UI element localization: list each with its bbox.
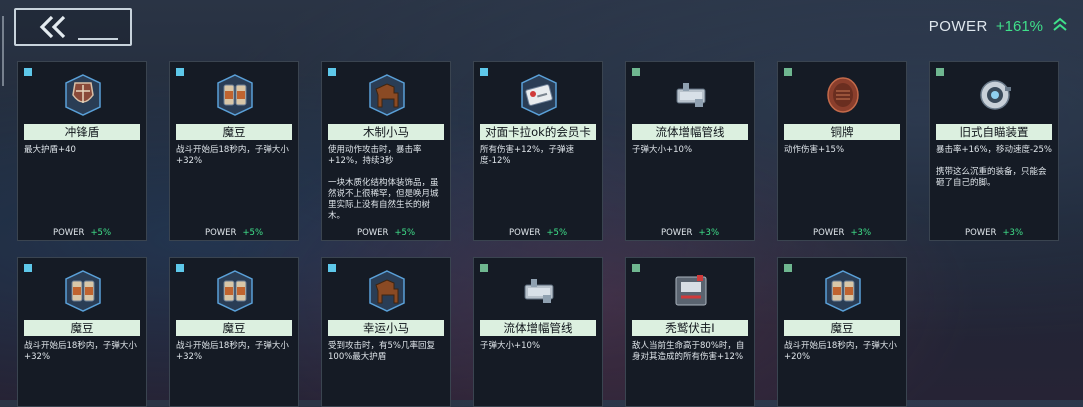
wooden-horse-icon: [364, 72, 410, 118]
item-power-label: POWER: [356, 228, 389, 238]
item-power-value: +3%: [1002, 228, 1024, 238]
item-title: 冲锋盾: [24, 124, 140, 140]
item-title: 铜牌: [784, 124, 900, 140]
item-power: POWER +5%: [322, 228, 450, 238]
shield-icon: [60, 72, 106, 118]
item-power-label: POWER: [660, 228, 693, 238]
item-card[interactable]: 冲锋盾最大护盾+40 POWER +5%: [17, 61, 147, 241]
item-power-label: POWER: [52, 228, 85, 238]
bean-can-icon: [212, 268, 258, 314]
item-title: 魔豆: [24, 320, 140, 336]
back-button-underline: [78, 38, 118, 40]
item-title: 魔豆: [176, 320, 292, 336]
item-description: 战斗开始后18秒内，子弹大小+32%: [176, 145, 289, 166]
rarity-badge: [24, 264, 32, 272]
rarity-badge: [784, 68, 792, 76]
item-title: 秃鹫伏击I: [632, 320, 748, 336]
rarity-badge: [480, 264, 488, 272]
item-description: 受到攻击时，有5%几率回复100%最大护盾: [328, 341, 435, 362]
item-card[interactable]: 魔豆战斗开始后18秒内，子弹大小+20%: [777, 257, 907, 407]
rarity-badge: [176, 68, 184, 76]
item-power: POWER +3%: [930, 228, 1058, 238]
rarity-badge: [176, 264, 184, 272]
copper-plate-icon: [820, 72, 866, 118]
bean-can-icon: [60, 268, 106, 314]
power-label: POWER: [928, 17, 988, 35]
item-description: 战斗开始后18秒内，子弹大小+32%: [24, 341, 137, 362]
item-card[interactable]: 铜牌动作伤害+15% POWER +3%: [777, 61, 907, 241]
item-title: 魔豆: [176, 124, 292, 140]
item-card[interactable]: 魔豆战斗开始后18秒内，子弹大小+32%: [169, 257, 299, 407]
pipeline-icon: [516, 268, 562, 314]
rarity-badge: [328, 264, 336, 272]
item-power-value: +5%: [242, 228, 264, 238]
item-description: 战斗开始后18秒内，子弹大小+20%: [784, 341, 897, 362]
rarity-badge: [784, 264, 792, 272]
item-title: 魔豆: [784, 320, 900, 336]
item-title: 流体增幅管线: [632, 124, 748, 140]
item-power-value: +5%: [394, 228, 416, 238]
chevron-up-double-icon[interactable]: [1051, 16, 1069, 36]
back-button[interactable]: [14, 8, 132, 46]
rarity-badge: [936, 68, 944, 76]
item-description: 暴击率+16%，移动速度-25% 携带这么沉重的装备，只能会砸了自己的脚。: [936, 145, 1052, 188]
aim-device-icon: [972, 72, 1018, 118]
item-card[interactable]: 幸运小马受到攻击时，有5%几率回复100%最大护盾: [321, 257, 451, 407]
double-chevron-left-icon: [38, 15, 74, 39]
item-card[interactable]: 魔豆战斗开始后18秒内，子弹大小+32% POWER +5%: [169, 61, 299, 241]
item-power-value: +5%: [546, 228, 568, 238]
item-power: POWER +3%: [626, 228, 754, 238]
left-edge-bracket: [2, 16, 12, 86]
item-title: 幸运小马: [328, 320, 444, 336]
wooden-horse-icon: [364, 268, 410, 314]
item-description: 使用动作攻击时，暴击率+12%，持续3秒 一块木质化结构体装饰品，虽然说不上很稀…: [328, 145, 439, 221]
item-title: 流体增幅管线: [480, 320, 596, 336]
rarity-badge: [24, 68, 32, 76]
item-title: 旧式自瞄装置: [936, 124, 1052, 140]
total-power: POWER +161%: [929, 16, 1069, 36]
item-power: POWER +5%: [474, 228, 602, 238]
item-power-label: POWER: [964, 228, 997, 238]
power-value: +161%: [995, 17, 1043, 35]
item-description: 动作伤害+15%: [784, 145, 845, 155]
rarity-badge: [632, 68, 640, 76]
item-power-value: +3%: [850, 228, 872, 238]
item-card[interactable]: 秃鹫伏击I 敌人当前生命高于80%时，自身对其造成的所有伤害+12%: [625, 257, 755, 407]
item-description: 最大护盾+40: [24, 145, 76, 155]
item-card[interactable]: 旧式自瞄装置暴击率+16%，移动速度-25% 携带这么沉重的装备，只能会砸了自己…: [929, 61, 1059, 241]
rarity-badge: [328, 68, 336, 76]
vulture-strike-icon: [668, 268, 714, 314]
item-power-label: POWER: [204, 228, 237, 238]
item-power-value: +3%: [698, 228, 720, 238]
item-power: POWER +3%: [778, 228, 906, 238]
rarity-badge: [480, 68, 488, 76]
item-card[interactable]: 流体增幅管线子弹大小+10%: [473, 257, 603, 407]
item-description: 所有伤害+12%，子弹速度-12%: [480, 145, 575, 166]
item-title: 木制小马: [328, 124, 444, 140]
item-power-label: POWER: [812, 228, 845, 238]
item-title: 对面卡拉ok的会员卡: [480, 124, 596, 140]
item-power: POWER +5%: [170, 228, 298, 238]
rarity-badge: [632, 264, 640, 272]
item-power: POWER +5%: [18, 228, 146, 238]
item-description: 敌人当前生命高于80%时，自身对其造成的所有伤害+12%: [632, 341, 745, 362]
item-card[interactable]: 魔豆战斗开始后18秒内，子弹大小+32%: [17, 257, 147, 407]
item-power-label: POWER: [508, 228, 541, 238]
item-card[interactable]: 流体增幅管线子弹大小+10% POWER +3%: [625, 61, 755, 241]
item-card[interactable]: 木制小马使用动作攻击时，暴击率+12%，持续3秒 一块木质化结构体装饰品，虽然说…: [321, 61, 451, 241]
item-description: 战斗开始后18秒内，子弹大小+32%: [176, 341, 289, 362]
bean-can-icon: [212, 72, 258, 118]
pipeline-icon: [668, 72, 714, 118]
item-description: 子弹大小+10%: [632, 145, 693, 155]
item-card[interactable]: 对面卡拉ok的会员卡所有伤害+12%，子弹速度-12% POWER +5%: [473, 61, 603, 241]
bean-can-icon: [820, 268, 866, 314]
membership-card-icon: [516, 72, 562, 118]
item-power-value: +5%: [90, 228, 112, 238]
item-description: 子弹大小+10%: [480, 341, 541, 351]
